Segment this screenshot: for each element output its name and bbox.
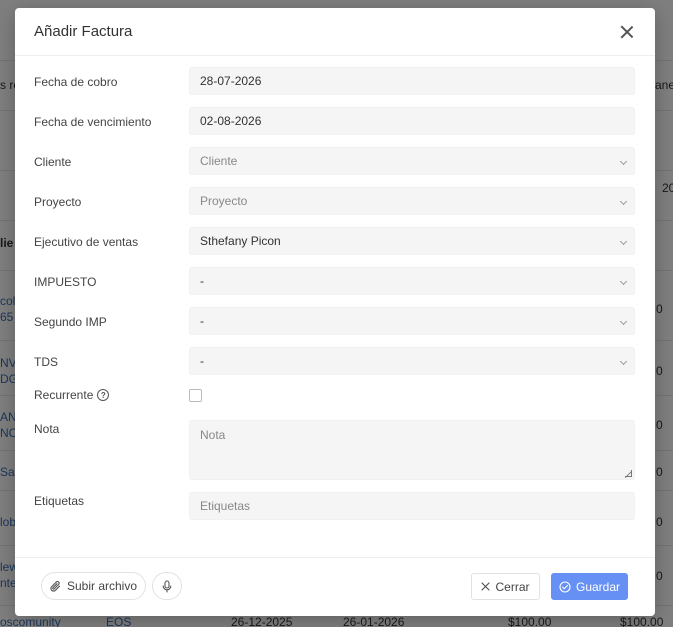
help-icon[interactable]: ?	[97, 389, 110, 401]
proyecto-select-value: Proyecto	[200, 194, 248, 208]
fecha-cobro-label: Fecha de cobro	[34, 75, 118, 89]
fecha-vencimiento-value: 02-08-2026	[200, 114, 262, 128]
recurrente-label: Recurrente	[34, 388, 94, 402]
ejecutivo-select[interactable]: Sthefany Picon	[189, 227, 635, 255]
nota-textarea[interactable]: Nota	[189, 420, 635, 480]
cliente-select[interactable]: Cliente	[189, 147, 635, 175]
impuesto-label: IMPUESTO	[34, 275, 97, 289]
etiquetas-input[interactable]: Etiquetas	[189, 492, 635, 520]
recurrente-checkbox[interactable]	[189, 389, 202, 402]
nota-placeholder: Nota	[200, 428, 226, 442]
microphone-button[interactable]	[152, 572, 182, 600]
ejecutivo-select-value: Sthefany Picon	[200, 234, 281, 248]
segundo-imp-label: Segundo IMP	[34, 315, 107, 329]
nota-label: Nota	[34, 422, 60, 436]
save-button-label: Guardar	[575, 579, 621, 594]
cancel-button[interactable]: Cerrar	[471, 573, 540, 600]
upload-file-label: Subir archivo	[66, 579, 138, 593]
close-icon[interactable]	[617, 22, 637, 42]
modal-footer: Subir archivo Cerrar Guardar	[15, 557, 655, 616]
resize-grip-icon[interactable]	[625, 470, 632, 477]
add-invoice-modal: Añadir Factura Fecha de cobro 28-07-2026…	[15, 8, 655, 616]
tds-select-value: -	[200, 354, 204, 368]
segundo-imp-select[interactable]: -	[189, 307, 635, 335]
etiquetas-placeholder: Etiquetas	[200, 499, 251, 513]
tds-select[interactable]: -	[189, 347, 635, 375]
modal-title: Añadir Factura	[34, 23, 133, 40]
proyecto-select[interactable]: Proyecto	[189, 187, 635, 215]
recurrente-label-group: Recurrente ?	[34, 388, 110, 402]
cliente-select-value: Cliente	[200, 154, 238, 168]
microphone-icon	[162, 579, 172, 593]
save-button[interactable]: Guardar	[551, 573, 628, 600]
cancel-button-label: Cerrar	[495, 579, 530, 594]
fecha-vencimiento-input[interactable]: 02-08-2026	[189, 107, 635, 135]
ejecutivo-label: Ejecutivo de ventas	[34, 235, 139, 249]
paperclip-icon	[50, 580, 62, 593]
segundo-imp-select-value: -	[200, 314, 204, 328]
etiquetas-label: Etiquetas	[34, 494, 85, 508]
cliente-label: Cliente	[34, 155, 72, 169]
impuesto-select-value: -	[200, 274, 204, 288]
fecha-vencimiento-label: Fecha de vencimiento	[34, 115, 152, 129]
fecha-cobro-value: 28-07-2026	[200, 74, 262, 88]
x-icon	[481, 582, 491, 591]
fecha-cobro-input[interactable]: 28-07-2026	[189, 67, 635, 95]
proyecto-label: Proyecto	[34, 195, 82, 209]
impuesto-select[interactable]: -	[189, 267, 635, 295]
upload-file-button[interactable]: Subir archivo	[41, 572, 146, 600]
check-circle-icon	[559, 580, 571, 593]
modal-header: Añadir Factura	[15, 8, 655, 56]
tds-label: TDS	[34, 355, 58, 369]
